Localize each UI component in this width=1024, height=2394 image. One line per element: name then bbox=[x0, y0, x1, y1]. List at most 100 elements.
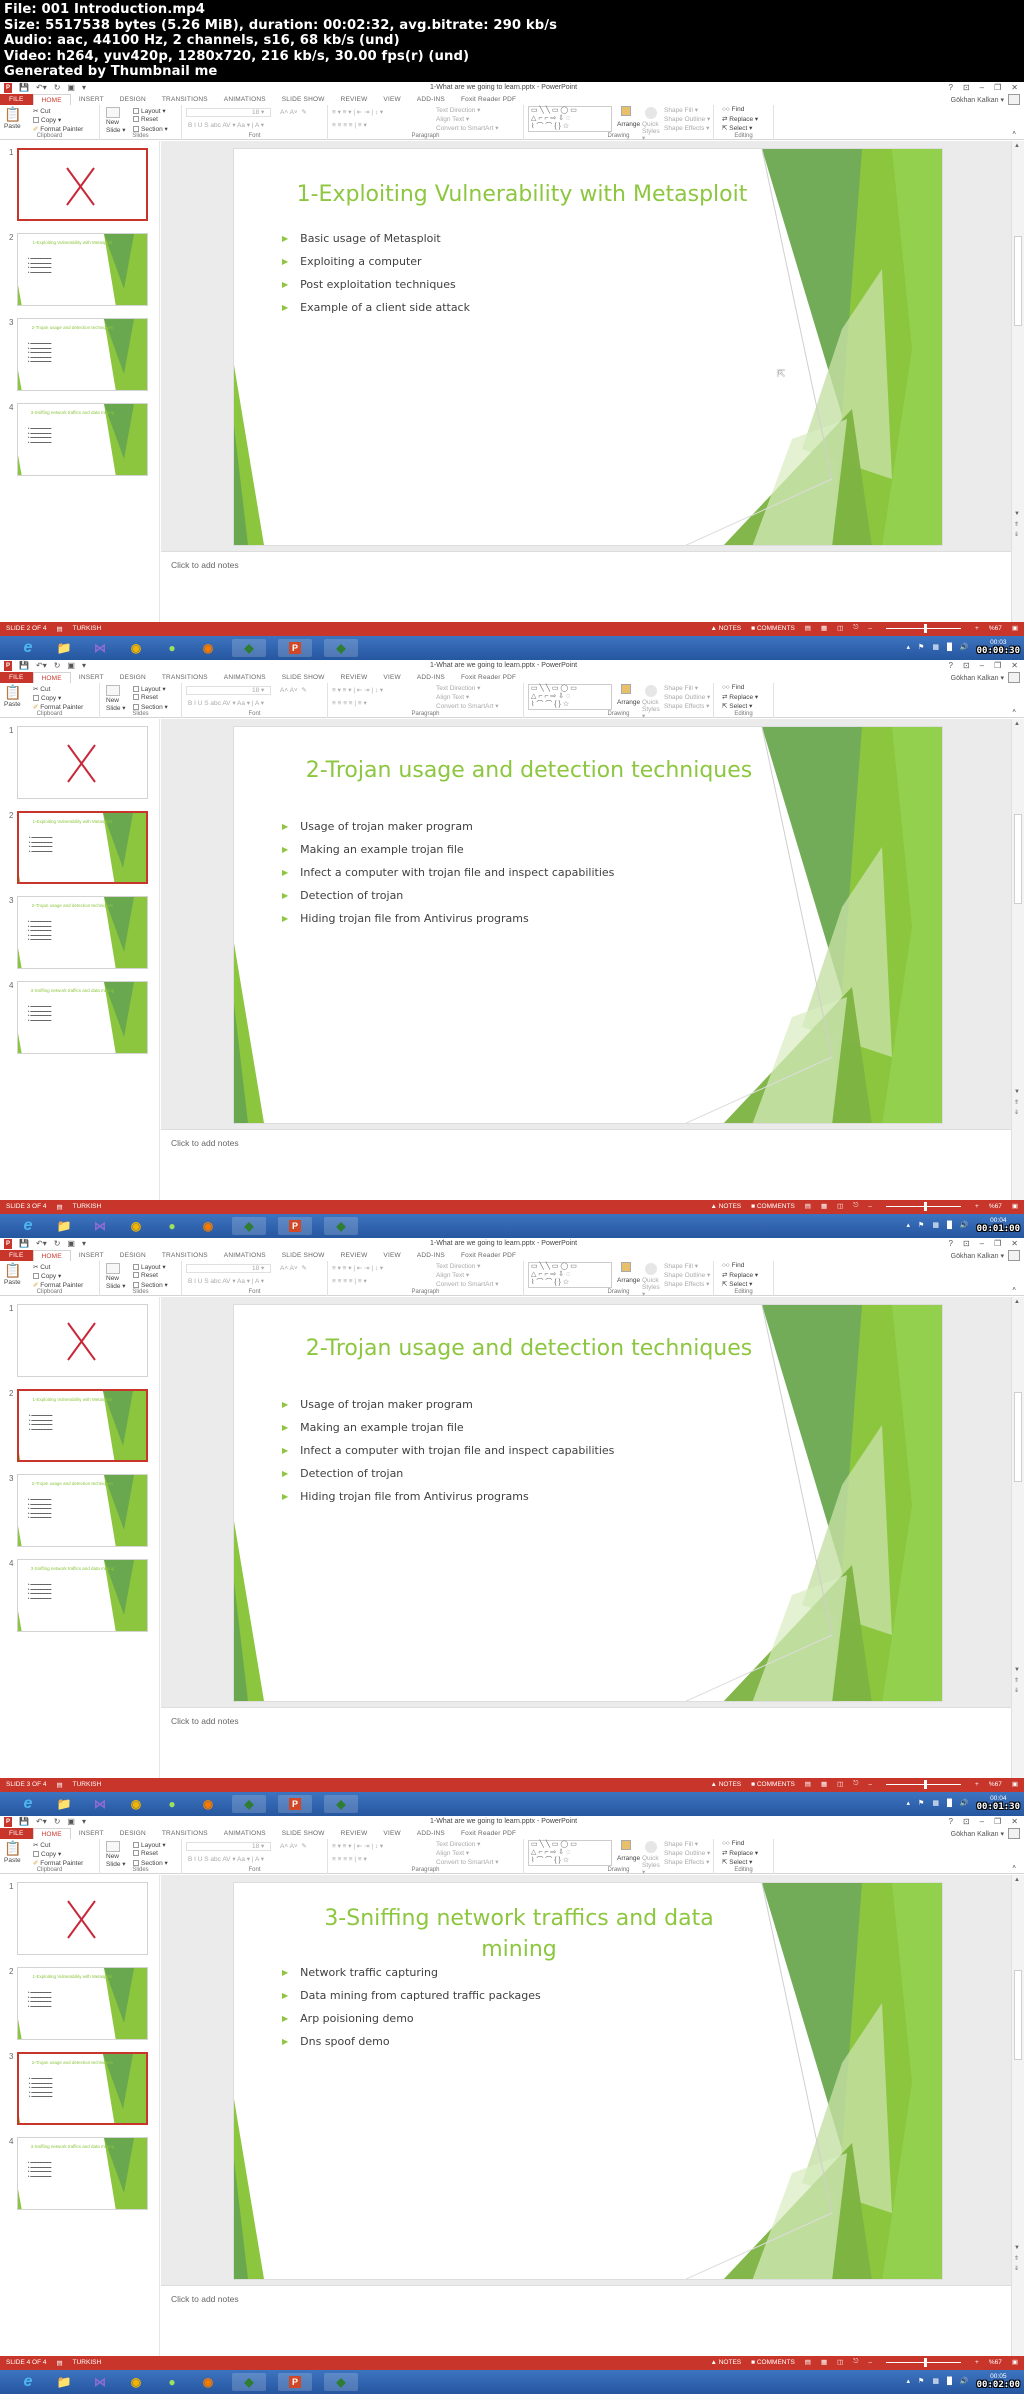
user-name[interactable]: Gökhan Kalkan ▾ bbox=[951, 1252, 1004, 1260]
system-clock[interactable]: 00:04 00:01:00 bbox=[977, 1217, 1020, 1234]
reset-button[interactable]: Reset bbox=[133, 1850, 158, 1857]
start-presentation-icon[interactable]: ▣ bbox=[67, 1239, 75, 1249]
comments-button[interactable]: ■ COMMENTS bbox=[751, 2359, 795, 2366]
save-icon[interactable]: 💾 bbox=[19, 1817, 29, 1827]
tab-transitions[interactable]: TRANSITIONS bbox=[154, 94, 216, 105]
select-button[interactable]: ⇱ Select ▾ bbox=[722, 702, 752, 710]
ribbon-display-button[interactable]: ⊡ bbox=[963, 1817, 970, 1826]
chrome-icon[interactable]: ◉ bbox=[124, 1217, 148, 1235]
normal-view-icon[interactable]: ▤ bbox=[805, 1780, 811, 1788]
language-indicator[interactable]: TURKISH bbox=[73, 1203, 102, 1211]
arrange-button[interactable]: Arrange bbox=[617, 121, 640, 128]
scroll-down-icon[interactable]: ▼ bbox=[1014, 1667, 1020, 1673]
slide-title[interactable]: 2-Trojan usage and detection techniques bbox=[294, 1333, 764, 1364]
zoom-in-button[interactable]: + bbox=[975, 1781, 979, 1788]
internet-explorer-icon[interactable]: e bbox=[16, 1217, 40, 1235]
slide-title[interactable]: 1-Exploiting Vulnerability with Metasplo… bbox=[242, 179, 802, 210]
zoom-in-button[interactable]: + bbox=[975, 2359, 979, 2366]
restore-button[interactable]: ❐ bbox=[994, 1817, 1001, 1826]
tab-insert[interactable]: INSERT bbox=[71, 1828, 112, 1839]
tab-view[interactable]: VIEW bbox=[375, 94, 408, 105]
ribbon-display-button[interactable]: ⊡ bbox=[963, 1239, 970, 1248]
zoom-level[interactable]: %67 bbox=[989, 1203, 1002, 1210]
replace-button[interactable]: ⇄ Replace ▾ bbox=[722, 115, 758, 123]
slide-thumbnail-4[interactable]: 3-Sniffing network traffics and data min… bbox=[17, 2137, 148, 2210]
reading-view-icon[interactable]: ◫ bbox=[837, 1780, 843, 1788]
shape-outline-button[interactable]: Shape Outline ▾ bbox=[664, 1271, 710, 1279]
bullet-item[interactable]: Hiding trojan file from Antivirus progra… bbox=[282, 1485, 614, 1508]
bullet-item[interactable]: Example of a client side attack bbox=[282, 296, 470, 319]
tab-home[interactable]: HOME bbox=[32, 672, 71, 683]
undo-icon[interactable]: ↶▾ bbox=[36, 1817, 47, 1827]
slide-thumbnail-4[interactable]: 3-Sniffing network traffics and data min… bbox=[17, 981, 148, 1054]
shape-fill-button[interactable]: Shape Fill ▾ bbox=[664, 1840, 698, 1848]
quick-styles-icon[interactable] bbox=[645, 107, 657, 119]
align-text-button[interactable]: Align Text ▾ bbox=[436, 693, 469, 701]
slide-bullet-list[interactable]: Usage of trojan maker programMaking an e… bbox=[282, 815, 614, 930]
notes-button[interactable]: ▲ NOTES bbox=[710, 1781, 741, 1788]
tray-expand-icon[interactable]: ▴ bbox=[907, 2377, 911, 2385]
bullet-item[interactable]: Network traffic capturing bbox=[282, 1961, 541, 1984]
zoom-level[interactable]: %67 bbox=[989, 1781, 1002, 1788]
tab-slide-show[interactable]: SLIDE SHOW bbox=[274, 1828, 333, 1839]
shape-effects-button[interactable]: Shape Effects ▾ bbox=[664, 702, 709, 710]
slide-sorter-icon[interactable]: ▦ bbox=[821, 1780, 827, 1788]
shape-fill-button[interactable]: Shape Fill ▾ bbox=[664, 106, 698, 114]
undo-icon[interactable]: ↶▾ bbox=[36, 661, 47, 671]
shape-effects-button[interactable]: Shape Effects ▾ bbox=[664, 1858, 709, 1866]
select-button[interactable]: ⇱ Select ▾ bbox=[722, 124, 752, 132]
comments-button[interactable]: ■ COMMENTS bbox=[751, 625, 795, 632]
reset-button[interactable]: Reset bbox=[133, 1272, 158, 1279]
section-button[interactable]: Section ▾ bbox=[133, 1859, 168, 1867]
tab-review[interactable]: REVIEW bbox=[333, 94, 376, 105]
paste-icon[interactable]: 📋 bbox=[4, 1262, 21, 1279]
copy-button[interactable]: Copy ▾ bbox=[33, 116, 61, 124]
font-size-input[interactable]: 18 ▾ bbox=[252, 686, 264, 694]
font-format-buttons[interactable]: B I U S abc AV ▾ Aa ▾ | A ▾ bbox=[188, 1855, 264, 1863]
tab-foxit-reader[interactable]: Foxit Reader PDF bbox=[453, 1828, 524, 1839]
reset-button[interactable]: Reset bbox=[133, 694, 158, 701]
fit-slide-icon[interactable]: ▣ bbox=[1012, 2358, 1018, 2366]
bullet-item[interactable]: Dns spoof demo bbox=[282, 2030, 541, 2053]
paste-button[interactable]: Paste bbox=[4, 123, 21, 130]
tab-file[interactable]: FILE bbox=[0, 94, 33, 105]
minimize-button[interactable]: – bbox=[980, 661, 984, 670]
restore-button[interactable]: ❐ bbox=[994, 83, 1001, 92]
internet-explorer-icon[interactable]: e bbox=[16, 2373, 40, 2391]
copy-button[interactable]: Copy ▾ bbox=[33, 1850, 61, 1858]
cut-button[interactable]: ✂ Cut bbox=[33, 107, 50, 115]
close-button[interactable]: ✕ bbox=[1011, 83, 1018, 92]
arrange-icon[interactable] bbox=[621, 684, 631, 694]
replace-button[interactable]: ⇄ Replace ▾ bbox=[722, 693, 758, 701]
signal-icon[interactable]: █ bbox=[947, 2378, 952, 2385]
tab-design[interactable]: DESIGN bbox=[112, 1250, 154, 1261]
slide-thumbnail-1[interactable] bbox=[17, 1882, 148, 1955]
zoom-level[interactable]: %67 bbox=[989, 2359, 1002, 2366]
bullet-item[interactable]: Infect a computer with trojan file and i… bbox=[282, 1439, 614, 1462]
volume-icon[interactable]: 🔊 bbox=[960, 643, 969, 651]
slide-thumbnail-1[interactable] bbox=[17, 726, 148, 799]
next-slide-icon[interactable]: ⇓ bbox=[1014, 1687, 1019, 1694]
help-button[interactable]: ? bbox=[949, 1817, 953, 1826]
tab-foxit-reader[interactable]: Foxit Reader PDF bbox=[453, 672, 524, 683]
zoom-in-button[interactable]: + bbox=[975, 1203, 979, 1210]
arrange-icon[interactable] bbox=[621, 106, 631, 116]
font-size-input[interactable]: 18 ▾ bbox=[252, 1264, 264, 1272]
grow-shrink-font-buttons[interactable]: A˄ A˅ ✎ bbox=[280, 686, 307, 694]
scroll-down-icon[interactable]: ▼ bbox=[1014, 511, 1020, 517]
language-indicator[interactable]: TURKISH bbox=[73, 1781, 102, 1789]
new-slide-icon[interactable] bbox=[106, 1841, 120, 1852]
zoom-slider[interactable] bbox=[886, 623, 962, 633]
text-direction-button[interactable]: Text Direction ▾ bbox=[436, 1840, 480, 1848]
replace-button[interactable]: ⇄ Replace ▾ bbox=[722, 1271, 758, 1279]
tray-expand-icon[interactable]: ▴ bbox=[907, 643, 911, 651]
tab-file[interactable]: FILE bbox=[0, 1828, 33, 1839]
reset-button[interactable]: Reset bbox=[133, 116, 158, 123]
bullet-item[interactable]: Hiding trojan file from Antivirus progra… bbox=[282, 907, 614, 930]
zoom-slider[interactable] bbox=[886, 1201, 962, 1211]
fit-slide-icon[interactable]: ▣ bbox=[1012, 1202, 1018, 1210]
next-slide-icon[interactable]: ⇓ bbox=[1014, 2265, 1019, 2272]
tab-foxit-reader[interactable]: Foxit Reader PDF bbox=[453, 94, 524, 105]
chrome-icon[interactable]: ◉ bbox=[124, 639, 148, 657]
firefox-icon[interactable]: ◉ bbox=[196, 1217, 220, 1235]
